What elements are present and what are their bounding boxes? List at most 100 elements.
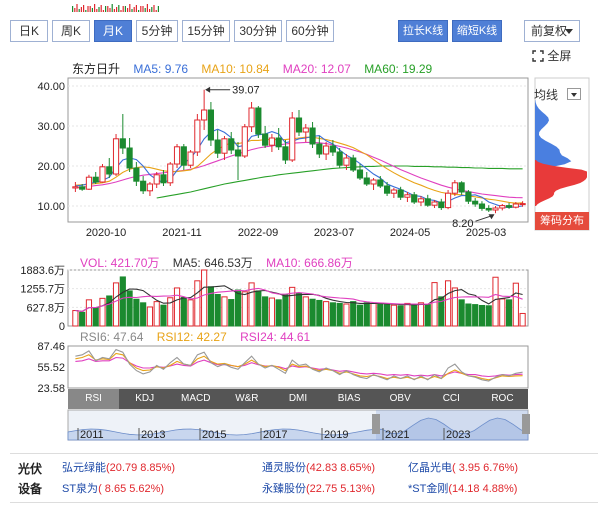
indicator-tab-kdj[interactable]: KDJ bbox=[119, 389, 170, 409]
candle-body bbox=[458, 182, 465, 193]
adjust-select[interactable]: 前复权 bbox=[524, 20, 580, 42]
volume-axis-label: 1255.7万 bbox=[20, 284, 65, 296]
tab-60min[interactable]: 60分钟 bbox=[286, 20, 334, 42]
sector-stock[interactable]: *ST金刚(14.18 4.88%) bbox=[408, 480, 517, 496]
zoom-in-button[interactable]: 拉长K线 bbox=[398, 20, 448, 42]
date-axis-label: 2020-10 bbox=[86, 227, 126, 239]
sector-stock[interactable]: 亿晶光电( 3.95 6.76%) bbox=[408, 459, 518, 475]
sector-stock[interactable]: 通灵股份(42.83 8.65%) bbox=[262, 459, 375, 475]
price-panel-frame bbox=[67, 77, 529, 223]
top-strip-bar bbox=[85, 10, 87, 12]
volume-bar bbox=[126, 290, 133, 327]
top-strip-bar bbox=[87, 6, 89, 12]
date-axis-label: 2023-07 bbox=[314, 227, 354, 239]
volume-bar bbox=[343, 303, 350, 327]
candle-body bbox=[519, 203, 526, 206]
ma-line-toggle[interactable]: 均线 bbox=[534, 86, 582, 103]
legend-vol-ma5: MA5: 646.53万 bbox=[172, 256, 253, 270]
candle-body bbox=[478, 203, 486, 209]
tab-day-k[interactable]: 日K bbox=[10, 20, 48, 42]
fullscreen-button[interactable]: 全屏 bbox=[532, 47, 592, 65]
volume-bar bbox=[316, 299, 323, 327]
candle-body bbox=[72, 186, 79, 189]
top-strip-bar bbox=[96, 9, 98, 12]
candle-body bbox=[79, 186, 86, 190]
tab-30min[interactable]: 30分钟 bbox=[234, 20, 282, 42]
indicator-tabs: RSI KDJ MACD W&R DMI BIAS OBV CCI ROC bbox=[68, 389, 528, 409]
top-strip-bar bbox=[80, 7, 82, 12]
volume-bar bbox=[99, 297, 106, 327]
chip-distribution-button[interactable]: 筹码分布 bbox=[535, 212, 589, 230]
indicator-tab-obv[interactable]: OBV bbox=[375, 389, 426, 409]
top-strip-bar bbox=[78, 9, 80, 12]
volume-bar bbox=[329, 302, 336, 327]
indicator-tab-rsi[interactable]: RSI bbox=[68, 389, 120, 409]
tab-week-k[interactable]: 周K bbox=[52, 20, 90, 42]
sector-panel: 光伏设备 弘元绿能(20.79 8.85%) 通灵股份(42.83 8.65%)… bbox=[10, 453, 598, 503]
volume-bar bbox=[119, 276, 126, 327]
candle-body bbox=[404, 194, 411, 198]
ma-line-label: 均线 bbox=[534, 88, 559, 102]
volume-bar bbox=[478, 304, 486, 327]
top-strip-bar bbox=[109, 8, 111, 12]
volume-bar bbox=[451, 287, 458, 327]
candle-body bbox=[384, 185, 391, 194]
sector-stock[interactable]: 弘元绿能(20.79 8.85%) bbox=[62, 459, 175, 475]
candle-body bbox=[282, 146, 289, 161]
fullscreen-icon bbox=[532, 50, 544, 62]
chevron-down-icon bbox=[567, 88, 582, 100]
timeline-year-label: 2017 bbox=[263, 429, 287, 441]
volume-bar bbox=[173, 287, 181, 327]
top-strip-bar bbox=[149, 9, 151, 12]
timeline-year-label: 2013 bbox=[141, 429, 165, 441]
sector-title: 光伏设备 bbox=[18, 462, 43, 496]
top-strip-bar bbox=[122, 6, 124, 12]
candle-body bbox=[140, 180, 147, 192]
volume-bar bbox=[228, 299, 235, 327]
candle-body bbox=[485, 207, 492, 211]
volume-bar bbox=[404, 302, 411, 327]
timeline-year-label: 2019 bbox=[324, 429, 348, 441]
volume-bar bbox=[112, 282, 120, 327]
candle-body bbox=[255, 107, 262, 135]
indicator-tab-dmi[interactable]: DMI bbox=[272, 389, 323, 409]
tab-month-k[interactable]: 月K bbox=[94, 20, 132, 42]
volume-bar bbox=[180, 296, 187, 327]
volume-bar bbox=[384, 304, 391, 327]
volume-bar bbox=[492, 276, 499, 327]
volume-bar bbox=[133, 298, 140, 327]
top-strip-bar bbox=[120, 10, 122, 12]
indicator-tab-bias[interactable]: BIAS bbox=[324, 389, 375, 409]
candle-body bbox=[234, 149, 242, 157]
tab-15min[interactable]: 15分钟 bbox=[182, 20, 230, 42]
candle-body bbox=[438, 201, 445, 209]
volume-bar bbox=[444, 280, 452, 327]
indicator-tab-cci[interactable]: CCI bbox=[426, 389, 477, 409]
volume-bar bbox=[268, 297, 275, 327]
tab-5min[interactable]: 5分钟 bbox=[136, 20, 178, 42]
volume-bar bbox=[160, 304, 167, 327]
sector-stock[interactable]: 永臻股份(22.75 5.13%) bbox=[262, 480, 375, 496]
top-strip-bar bbox=[74, 8, 76, 12]
legend-ma60: MA60: 19.29 bbox=[364, 62, 433, 76]
candle-body bbox=[295, 117, 303, 133]
candle-body bbox=[472, 200, 479, 205]
candle-body bbox=[343, 157, 350, 166]
sector-stock[interactable]: ST泉为( 8.65 5.62%) bbox=[62, 480, 164, 496]
volume-bar bbox=[370, 302, 377, 327]
candle-body bbox=[173, 146, 181, 165]
rsi-axis-label: 87.46 bbox=[37, 341, 65, 353]
indicator-tab-macd[interactable]: MACD bbox=[170, 389, 221, 409]
volume-bar bbox=[336, 302, 343, 327]
high-price-label: 39.07 bbox=[232, 85, 260, 97]
stock-name: 东方日升 bbox=[72, 62, 121, 76]
price-axis-label: 10.00 bbox=[37, 201, 65, 213]
top-strip-bar bbox=[127, 8, 129, 12]
indicator-tab-wr[interactable]: W&R bbox=[221, 389, 272, 409]
timeline-year-label: 2015 bbox=[202, 429, 226, 441]
zoom-out-button[interactable]: 缩短K线 bbox=[452, 20, 502, 42]
volume-bar bbox=[323, 301, 330, 327]
volume-bar bbox=[465, 303, 472, 327]
indicator-tab-roc[interactable]: ROC bbox=[477, 389, 528, 409]
candle-body bbox=[363, 177, 370, 185]
